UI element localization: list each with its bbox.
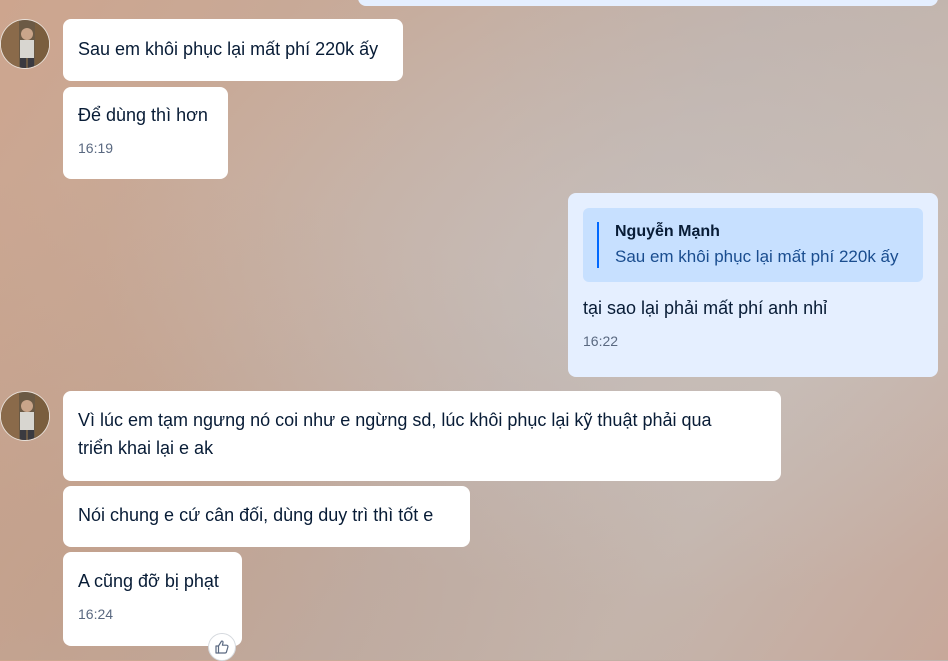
message-text: A cũng đỡ bị phạt <box>78 571 219 591</box>
incoming-message[interactable]: Vì lúc em tạm ngưng nó coi như e ngừng s… <box>63 391 781 481</box>
incoming-message[interactable]: A cũng đỡ bị phạt 16:24 <box>63 552 242 646</box>
previous-message-bubble[interactable] <box>358 0 938 6</box>
avatar-photo <box>1 20 49 68</box>
avatar-photo <box>1 392 49 440</box>
message-text-line: Vì lúc em tạm ngưng nó coi như e ngừng s… <box>78 410 712 430</box>
incoming-message[interactable]: Nói chung e cứ cân đối, dùng duy trì thì… <box>63 486 470 547</box>
incoming-message[interactable]: Sau em khôi phục lại mất phí 220k ấy <box>63 19 403 81</box>
quoted-text: Sau em khôi phục lại mất phí 220k ấy <box>615 247 899 266</box>
message-text-line: triển khai lại e ak <box>78 438 214 458</box>
message-time: 16:22 <box>583 333 619 349</box>
contact-avatar[interactable] <box>0 19 50 69</box>
message-text: Sau em khôi phục lại mất phí 220k ấy <box>78 39 379 59</box>
message-text: Để dùng thì hơn <box>78 105 208 125</box>
quoted-message[interactable]: Nguyễn Mạnh Sau em khôi phục lại mất phí… <box>583 208 923 282</box>
quoted-sender-name: Nguyễn Mạnh <box>615 223 720 240</box>
incoming-message[interactable]: Để dùng thì hơn 16:19 <box>63 87 228 179</box>
message-text: Nói chung e cứ cân đối, dùng duy trì thì… <box>78 505 434 525</box>
message-time: 16:19 <box>78 140 114 156</box>
message-text: tại sao lại phải mất phí anh nhỉ <box>583 298 828 318</box>
reaction-button[interactable] <box>208 633 236 661</box>
outgoing-message[interactable]: Nguyễn Mạnh Sau em khôi phục lại mất phí… <box>568 193 938 377</box>
thumbs-up-icon <box>215 640 229 654</box>
contact-avatar[interactable] <box>0 391 50 441</box>
message-time: 16:24 <box>78 606 114 622</box>
